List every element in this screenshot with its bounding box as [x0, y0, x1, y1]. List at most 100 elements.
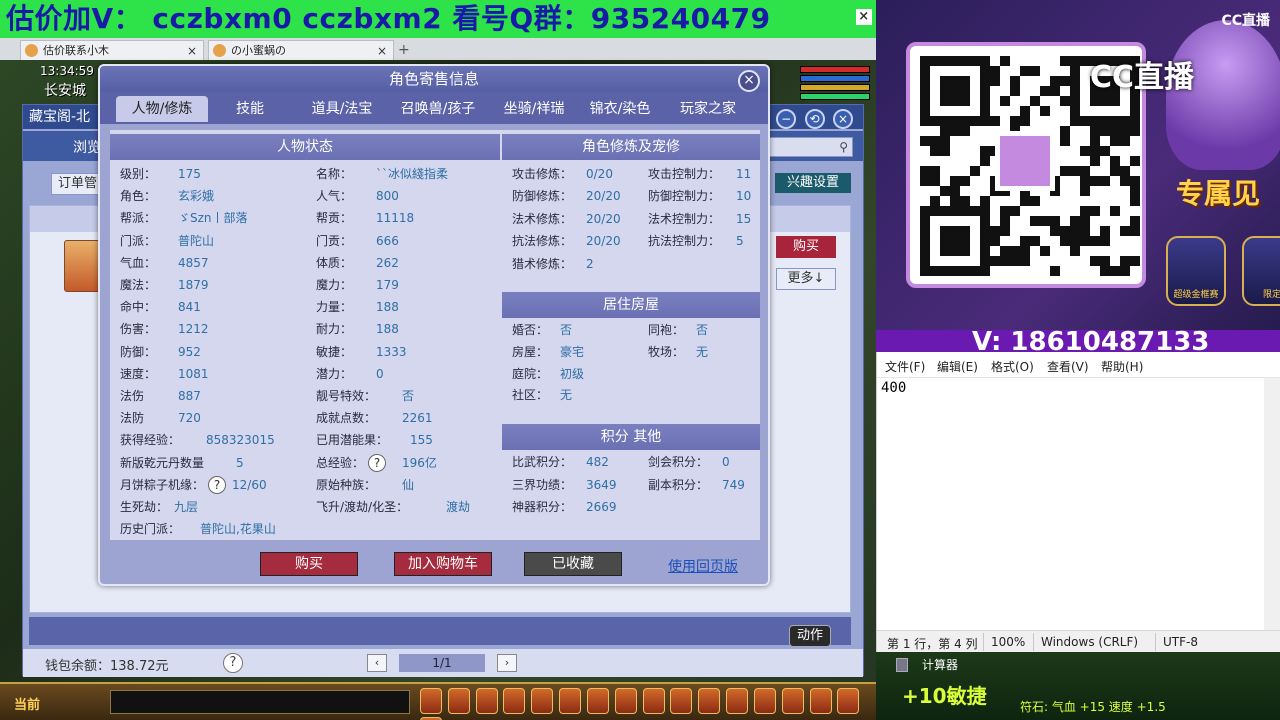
attr-value: 仙 — [402, 477, 415, 492]
current-location: 长安城 — [44, 83, 86, 99]
encoding: UTF-8 — [1163, 635, 1198, 649]
next-page-button[interactable]: › — [497, 654, 517, 672]
browser-tab-1[interactable]: 估价联系小木 × — [20, 40, 204, 60]
attr-label: 门派： — [120, 233, 157, 248]
menu-file[interactable]: 文件(F) — [885, 358, 925, 375]
status-row: 敏捷： 1333 — [316, 342, 407, 362]
browser-tab-bar: 估价联系小木 × の小蜜蜗の × + — [0, 38, 876, 60]
skill-icon[interactable] — [781, 688, 804, 714]
new-tab-button[interactable]: + — [398, 41, 410, 59]
help-icon[interactable]: ? — [223, 653, 243, 673]
skill-icon[interactable] — [475, 688, 498, 714]
attr-label: 名称： — [316, 167, 353, 181]
attr-label: 总经验： — [316, 455, 365, 470]
notepad-window: 文件(F) 编辑(E) 格式(O) 查看(V) 帮助(H) 400 第 1 行，… — [876, 352, 1280, 652]
listing-footer — [29, 617, 851, 645]
attr-value: 155 — [410, 433, 433, 448]
close-button[interactable]: × — [833, 109, 853, 129]
attr-value: 1081 — [178, 366, 209, 381]
attr-label: 新版乾元丹数量 — [120, 455, 205, 470]
close-icon[interactable]: × — [377, 41, 387, 61]
tab-skills[interactable]: 技能 — [220, 96, 280, 122]
skill-icon[interactable] — [837, 688, 860, 714]
attr-label: 副本积分： — [648, 477, 709, 492]
skill-icon[interactable] — [531, 688, 554, 714]
browse-tab[interactable]: 浏览 — [73, 137, 101, 157]
skill-icon[interactable] — [642, 688, 665, 714]
close-icon[interactable]: × — [856, 9, 872, 25]
attr-value: 渡劫 — [446, 500, 471, 514]
tab-mounts[interactable]: 坐骑/祥瑞 — [488, 96, 580, 122]
calculator-taskbar-item[interactable]: 计算器 — [922, 656, 958, 673]
close-icon[interactable]: × — [187, 41, 197, 61]
attr-label: 速度： — [120, 366, 157, 381]
attr-value: 0 — [376, 366, 384, 381]
add-to-cart-button[interactable]: 加入购物车 — [394, 552, 492, 576]
skill-icon[interactable] — [420, 688, 442, 714]
skill-icon[interactable] — [753, 688, 776, 714]
attr-value: 952 — [178, 344, 201, 359]
buy-button[interactable]: 购买 — [260, 552, 358, 576]
attr-value: ゞSzn丨部落 — [178, 211, 248, 226]
attr-value: 262 — [376, 255, 399, 270]
status-row: 生死劫： 九层 — [120, 497, 198, 517]
favorited-button[interactable]: 已收藏 — [524, 552, 622, 576]
house-row: 房屋： 豪宅 — [512, 342, 584, 362]
tab-outfits[interactable]: 锦衣/染色 — [574, 96, 666, 122]
skill-icon[interactable] — [698, 688, 721, 714]
restore-button[interactable]: ⟲ — [804, 109, 825, 129]
skill-icon[interactable] — [447, 688, 470, 714]
calculator-icon[interactable] — [896, 658, 908, 672]
minimize-button[interactable]: − — [776, 109, 797, 129]
more-button[interactable]: 更多↓ — [776, 268, 836, 290]
chat-channel[interactable]: 当前 — [14, 694, 40, 713]
tab-items[interactable]: 道具/法宝 — [296, 96, 388, 122]
browser-tab-2[interactable]: の小蜜蜗の × — [208, 40, 394, 60]
notepad-text-area[interactable]: 400 — [881, 380, 906, 396]
skill-icon[interactable] — [809, 688, 832, 714]
badge-label: 限定 — [1262, 290, 1280, 300]
dialog-footer: 购买 加入购物车 已收藏 使用回页版 — [100, 546, 768, 586]
attr-label: 成就点数： — [316, 411, 377, 426]
close-button[interactable]: × — [738, 70, 760, 92]
status-row: 防御： 952 — [120, 342, 201, 362]
attr-label: 体质： — [316, 255, 353, 270]
buy-button[interactable]: 购买 — [776, 236, 836, 258]
status-row: 新版乾元丹数量 5 — [120, 453, 244, 473]
attr-label: 三界功绩： — [512, 477, 573, 492]
action-button[interactable]: 动作 — [789, 625, 831, 647]
help-icon[interactable]: ? — [208, 476, 227, 495]
skill-icon[interactable] — [503, 688, 526, 714]
attr-label: 婚否： — [512, 323, 549, 337]
attr-label: 剑会积分： — [648, 455, 709, 469]
tab-home[interactable]: 玩家之家 — [662, 96, 754, 122]
scrollbar[interactable] — [1264, 378, 1280, 630]
search-icon[interactable]: ⚲ — [839, 140, 848, 154]
character-avatar[interactable] — [64, 240, 100, 292]
attr-value: 普陀山 — [178, 233, 215, 248]
skill-icon[interactable] — [559, 688, 582, 714]
menu-help[interactable]: 帮助(H) — [1101, 358, 1143, 375]
help-icon[interactable]: ? — [368, 454, 387, 473]
house-row: 婚否： 否 — [512, 320, 572, 340]
old-version-link[interactable]: 使用回页版 — [668, 556, 738, 576]
skill-icon[interactable] — [670, 688, 693, 714]
tab-character[interactable]: 人物/修炼 — [116, 96, 208, 122]
skill-icon[interactable] — [586, 688, 609, 714]
menu-edit[interactable]: 编辑(E) — [937, 358, 978, 375]
section-score: 积分 其他 — [502, 424, 760, 450]
skill-icon[interactable] — [726, 688, 749, 714]
prev-page-button[interactable]: ‹ — [367, 654, 387, 672]
attr-label: 攻击控制力： — [648, 167, 721, 181]
skill-icon[interactable] — [614, 688, 637, 714]
menu-format[interactable]: 格式(O) — [991, 358, 1034, 375]
attr-value: 否 — [560, 323, 573, 337]
interest-settings-button[interactable]: 兴趣设置 — [775, 173, 851, 193]
dialog-title: 角色寄售信息 — [388, 70, 479, 88]
menu-view[interactable]: 查看(V) — [1047, 358, 1089, 375]
tab-pets[interactable]: 召唤兽/孩子 — [388, 96, 488, 122]
section-house: 居住房屋 — [502, 292, 760, 318]
chat-input[interactable] — [110, 690, 410, 714]
attr-value: 4857 — [178, 255, 209, 270]
cc-watermark: CC直播 — [1090, 60, 1195, 95]
